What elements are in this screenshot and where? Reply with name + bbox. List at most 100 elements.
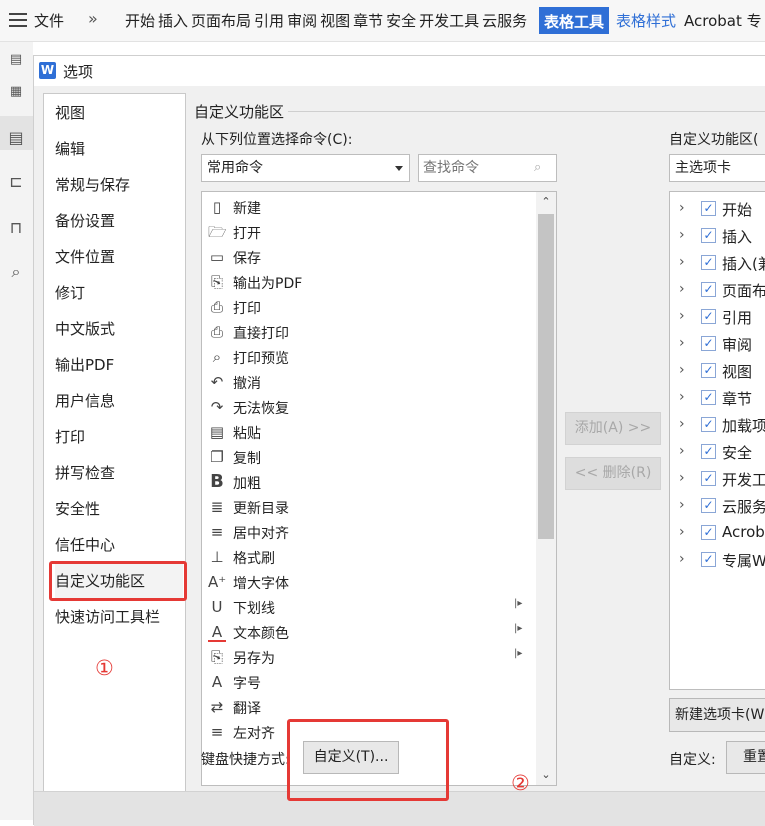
expand-chevron-icon[interactable]: › [679,497,685,513]
command-item[interactable]: A 文本颜色 |▸ [202,620,532,645]
ribbon-tab-item[interactable]: › ✓ 开始 [670,196,765,223]
outline-icon[interactable]: ▤ [6,128,26,148]
ribbon-tab-item[interactable]: › ✓ 视图 [670,358,765,385]
tab-checkbox[interactable]: ✓ [701,471,716,486]
ribbon-tab[interactable]: 页面布局 [191,12,251,30]
tab-checkbox[interactable]: ✓ [701,309,716,324]
bookmark-icon[interactable]: ⊓ [6,218,26,238]
reset-button[interactable]: 重置 [726,741,765,774]
ribbon-tab[interactable]: 插入 [158,12,188,30]
tab-checkbox[interactable]: ✓ [701,417,716,432]
command-item[interactable]: ⇄ 翻译 [202,695,532,720]
scrollbar-thumb[interactable] [538,214,554,539]
ribbon-tab[interactable]: 云服务 [482,12,527,30]
ribbon-tab[interactable]: 开始 [125,12,155,30]
expand-chevron-icon[interactable]: › [679,227,685,243]
chevron-double-right-icon[interactable]: » [88,9,98,28]
ribbon-tab-item[interactable]: › ✓ 审阅 [670,331,765,358]
file-menu[interactable]: 文件 [34,10,64,31]
nav-item[interactable]: 常规与保存 [55,167,183,203]
tab-checkbox[interactable]: ✓ [701,444,716,459]
command-item[interactable]: ⎙ 直接打印 [202,320,532,345]
ribbon-tab-item[interactable]: › ✓ 章节 [670,385,765,412]
tab-table-tools[interactable]: 表格工具 [539,7,610,34]
ribbon-tab-item[interactable]: › ✓ 安全 [670,439,765,466]
ribbon-tab-item[interactable]: › ✓ 插入 [670,223,765,250]
command-item[interactable]: ⎘ 另存为 |▸ [202,645,532,670]
ribbon-tab-item[interactable]: › ✓ 插入(兼 [670,250,765,277]
command-item[interactable]: A 字号 [202,670,532,695]
tab-checkbox[interactable]: ✓ [701,390,716,405]
tab-checkbox[interactable]: ✓ [701,255,716,270]
scroll-up-icon[interactable]: ⌃ [540,196,552,208]
command-item[interactable]: ↶ 撤消 [202,370,532,395]
menu-icon[interactable] [9,9,27,29]
expand-chevron-icon[interactable]: › [679,551,685,567]
expand-chevron-icon[interactable]: › [679,254,685,270]
expand-chevron-icon[interactable]: › [679,362,685,378]
ribbon-tab-item[interactable]: › ✓ 页面布 [670,277,765,304]
command-list[interactable]: ▯ 新建 🗁 打开 ▭ 保存 ⎘ 输出为PDF ⎙ 打印 ⎙ 直接打印 ⌕ 打印预览 ↶ 撤消 ↷ 无法恢复 ▤ 粘贴… [201,191,557,786]
command-list-scrollbar[interactable]: ⌃ ⌄ [536,192,556,785]
nav-item[interactable]: 打印 [55,419,183,455]
nav-item[interactable]: 编辑 [55,131,183,167]
ribbon-tab-item[interactable]: › ✓ 专属W [670,547,765,574]
command-item[interactable]: B 加粗 [202,470,532,495]
search-icon[interactable]: ⌕ [534,160,548,175]
expand-chevron-icon[interactable]: › [679,389,685,405]
ribbon-tab-item[interactable]: › ✓ 引用 [670,304,765,331]
tab-checkbox[interactable]: ✓ [701,498,716,513]
ribbon-tab[interactable]: 安全 [386,12,416,30]
command-item[interactable]: ≡ 居中对齐 [202,520,532,545]
search-icon[interactable]: ⌕ [6,262,26,282]
command-source-select[interactable]: 常用命令 [201,154,410,182]
ribbon-tab[interactable]: 视图 [320,12,350,30]
expand-chevron-icon[interactable]: › [679,470,685,486]
nav-item[interactable]: 视图 [55,95,183,131]
nav-item[interactable]: 文件位置 [55,239,183,275]
nav-item[interactable]: 信任中心 [55,527,183,563]
command-item[interactable]: ⊥ 格式刷 [202,545,532,570]
expand-chevron-icon[interactable]: › [679,335,685,351]
nav-item[interactable]: 中文版式 [55,311,183,347]
ribbon-tab[interactable]: 章节 [353,12,383,30]
command-item[interactable]: ❐ 复制 [202,445,532,470]
command-item[interactable]: ▯ 新建 [202,195,532,220]
tab-checkbox[interactable]: ✓ [701,552,716,567]
expand-chevron-icon[interactable]: › [679,200,685,216]
add-button[interactable]: 添加(A) >> [565,412,661,445]
nav-item[interactable]: 输出PDF [55,347,183,383]
command-item[interactable]: ⎘ 输出为PDF [202,270,532,295]
expand-chevron-icon[interactable]: › [679,281,685,297]
command-item[interactable]: ≣ 更新目录 [202,495,532,520]
ribbon-tab-select[interactable]: 主选项卡 [669,154,765,182]
command-item[interactable]: A⁺ 增大字体 [202,570,532,595]
scroll-down-icon[interactable]: ⌄ [540,769,552,781]
command-item[interactable]: ▤ 粘贴 [202,420,532,445]
expand-chevron-icon[interactable]: › [679,308,685,324]
remove-button[interactable]: << 删除(R) [565,457,661,490]
command-item[interactable]: 🗁 打开 [202,220,532,245]
tab-checkbox[interactable]: ✓ [701,228,716,243]
doc-settings-icon[interactable]: ▤ [6,50,26,70]
nav-item[interactable]: 拼写检查 [55,455,183,491]
command-item[interactable]: ⎙ 打印 [202,295,532,320]
tab-checkbox[interactable]: ✓ [701,525,716,540]
tab-checkbox[interactable]: ✓ [701,282,716,297]
nav-item[interactable]: 修订 [55,275,183,311]
nav-item[interactable]: 备份设置 [55,203,183,239]
expand-chevron-icon[interactable]: › [679,443,685,459]
expand-chevron-icon[interactable]: › [679,524,685,540]
command-item[interactable]: ⌕ 打印预览 [202,345,532,370]
tab-checkbox[interactable]: ✓ [701,363,716,378]
tab-acrobat[interactable]: Acrobat 专 [684,10,762,31]
ribbon-tab-item[interactable]: › ✓ 云服务 [670,493,765,520]
command-item[interactable]: U 下划线 |▸ [202,595,532,620]
nav-item[interactable]: 安全性 [55,491,183,527]
ribbon-tab[interactable]: 开发工具 [419,12,479,30]
nav-item[interactable]: 用户信息 [55,383,183,419]
table-icon[interactable]: ▦ [6,82,26,102]
nav-item[interactable]: 快速访问工具栏 [55,599,183,635]
ribbon-tab-item[interactable]: › ✓ 加载项 [670,412,765,439]
navigation-icon[interactable]: ⊏ [6,172,26,192]
